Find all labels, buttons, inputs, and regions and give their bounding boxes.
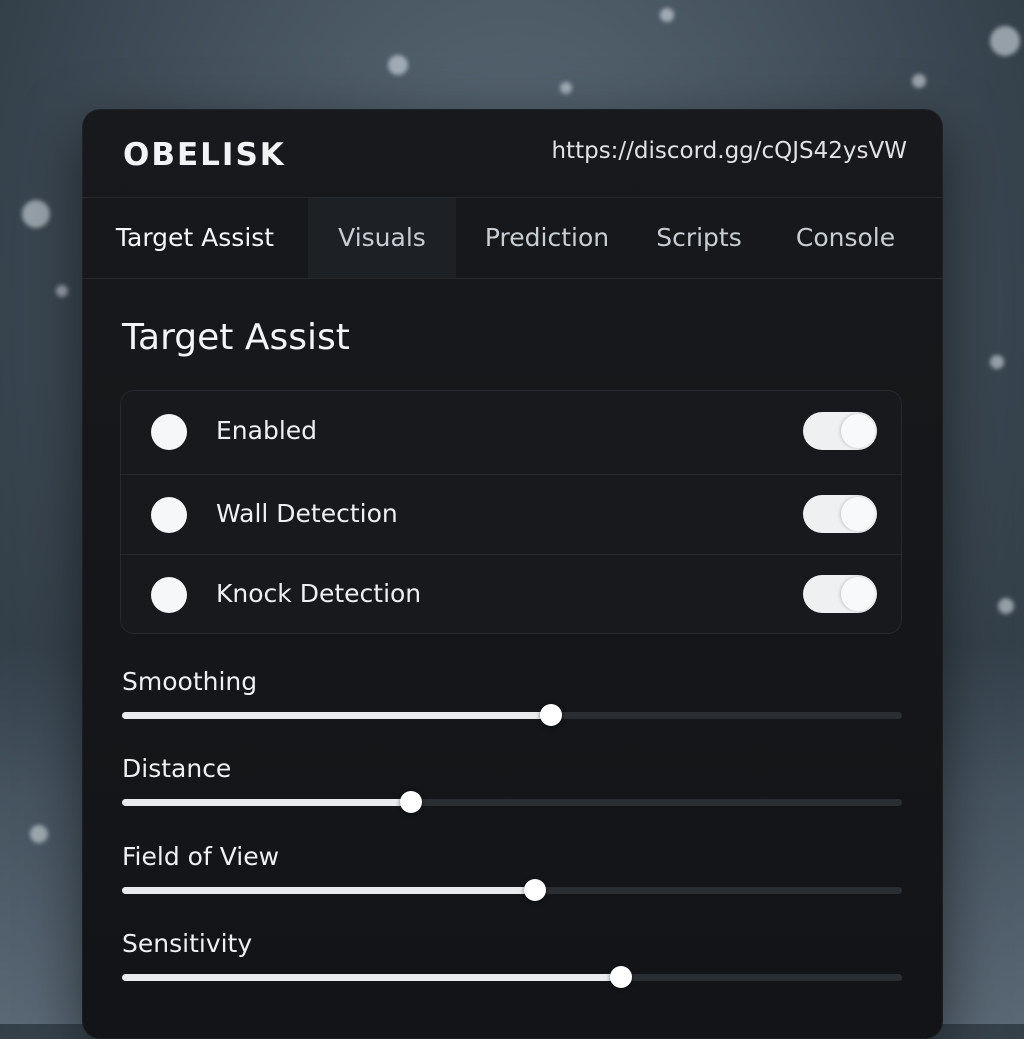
slider-distance: Distance <box>122 754 902 814</box>
sensitivity-slider-thumb[interactable] <box>610 966 633 988</box>
tab-bar: Target Assist Visuals Prediction Scripts… <box>82 197 943 279</box>
snow-particle <box>990 355 1004 369</box>
section-title: Target Assist <box>122 317 350 358</box>
smoothing-slider-track[interactable] <box>122 704 902 726</box>
menu-window: OBELISK https://discord.gg/cQJS42ysVW Ta… <box>82 109 943 1039</box>
slider-fill <box>122 799 411 806</box>
slider-fill <box>122 712 551 719</box>
distance-slider-thumb[interactable] <box>399 791 422 813</box>
toggle-knob <box>841 414 875 448</box>
toggle-knob <box>841 497 875 531</box>
slider-fill <box>122 887 536 894</box>
snow-particle <box>560 82 572 94</box>
slider-label: Distance <box>122 754 232 783</box>
enabled-toggle-switch[interactable] <box>803 412 877 450</box>
snow-particle <box>30 825 48 843</box>
knock-detection-toggle-switch[interactable] <box>803 575 877 613</box>
tab-console[interactable]: Console <box>774 198 917 278</box>
field-of-view-slider-thumb[interactable] <box>524 879 547 901</box>
header-bar: OBELISK https://discord.gg/cQJS42ysVW <box>82 109 943 197</box>
sensitivity-slider-track[interactable] <box>122 966 902 988</box>
status-dot-icon <box>151 497 187 533</box>
slider-smoothing: Smoothing <box>122 667 902 727</box>
toggle-label: Enabled <box>216 416 318 445</box>
snow-particle <box>22 200 50 228</box>
toggle-label: Wall Detection <box>216 499 398 528</box>
field-of-view-slider-track[interactable] <box>122 879 902 901</box>
status-dot-icon <box>151 577 187 613</box>
wall-detection-toggle-switch[interactable] <box>803 495 877 533</box>
snow-particle <box>912 74 926 88</box>
slider-fill <box>122 974 622 981</box>
distance-slider-track[interactable] <box>122 791 902 813</box>
slider-sensitivity: Sensitivity <box>122 929 902 989</box>
toggle-row-wall-detection: Wall Detection <box>120 474 902 555</box>
snow-particle <box>660 8 674 22</box>
slider-label: Field of View <box>122 842 280 871</box>
slider-field-of-view: Field of View <box>122 842 902 902</box>
toggle-knob <box>841 577 875 611</box>
snow-particle <box>388 55 408 75</box>
toggle-row-enabled: Enabled <box>120 390 902 470</box>
toggle-row-knock-detection: Knock Detection <box>120 554 902 635</box>
tab-target-assist[interactable]: Target Assist <box>82 198 308 278</box>
brand-logo: OBELISK <box>123 137 286 173</box>
tab-visuals[interactable]: Visuals <box>308 198 456 278</box>
tab-scripts[interactable]: Scripts <box>638 198 760 278</box>
toggle-card: Enabled Wall Detection Knock Detection <box>120 390 902 634</box>
discord-invite-link[interactable]: https://discord.gg/cQJS42ysVW <box>551 138 907 164</box>
tab-prediction[interactable]: Prediction <box>464 198 630 278</box>
toggle-label: Knock Detection <box>216 579 422 608</box>
snow-particle <box>56 285 68 297</box>
snow-particle <box>998 598 1014 614</box>
slider-label: Smoothing <box>122 667 258 696</box>
snow-particle <box>990 26 1020 56</box>
smoothing-slider-thumb[interactable] <box>540 704 562 726</box>
slider-label: Sensitivity <box>122 929 253 958</box>
status-dot-icon <box>151 414 187 450</box>
